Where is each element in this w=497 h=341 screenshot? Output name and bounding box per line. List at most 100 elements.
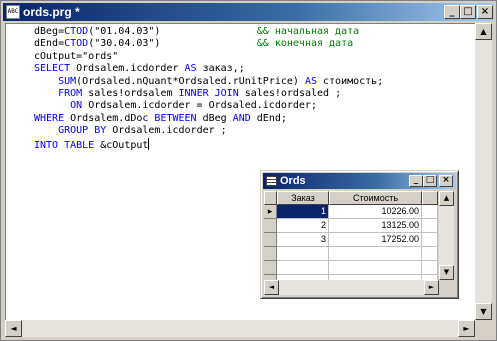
cell-order[interactable]: 3 — [277, 233, 329, 247]
column-header-blank — [422, 191, 438, 205]
code-keyword: WHERE — [34, 112, 65, 124]
code-keyword: FROM — [58, 88, 83, 100]
title-bar[interactable]: ABC ords.prg * _ □ × — [3, 3, 494, 21]
row-selector[interactable] — [264, 247, 277, 261]
code-token: (Ordsaled.nQuant*Ordsaled.rUnitPrice) — [76, 75, 305, 87]
code-line[interactable]: cOutput="ords" — [34, 51, 118, 62]
ords-scroll-left-button[interactable]: ◄ — [264, 280, 279, 295]
row-selector[interactable] — [264, 233, 277, 247]
ords-window-title: Ords — [280, 175, 306, 187]
cell-blank — [422, 233, 438, 247]
code-keyword: CTOD — [64, 26, 89, 37]
code-keyword: INNER JOIN — [178, 88, 239, 100]
horizontal-scrollbar[interactable]: ◄ ► — [5, 320, 475, 337]
ords-scroll-up-button[interactable]: ▲ — [439, 191, 454, 206]
code-token: dBeg= — [34, 26, 65, 37]
cell-blank — [422, 261, 438, 275]
row-selector[interactable] — [264, 261, 277, 275]
editor-window: ABC ords.prg * _ □ × dBeg=CTOD("01.04.03… — [0, 0, 497, 341]
code-token: Ordsalem.icdorder ; — [106, 125, 227, 137]
code-line[interactable]: SUM(Ordsaled.nQuant*Ordsaled.rUnitPrice)… — [34, 76, 383, 87]
code-token: cOutput="ords" — [34, 50, 119, 62]
code-token: Ordsalem.icdorder = Ordsaled.icdorder; — [82, 100, 317, 112]
cell-cost[interactable]: 13125.00 — [329, 219, 422, 233]
code-keyword: SELECT — [34, 63, 71, 75]
code-keyword: GROUP BY — [58, 125, 107, 137]
cell-order[interactable]: 2 — [277, 219, 329, 233]
ords-scroll-down-button[interactable]: ▼ — [439, 265, 454, 280]
row-selector[interactable]: ▸ — [264, 205, 277, 219]
ords-maximize-button[interactable]: □ — [423, 175, 437, 187]
minimize-button[interactable]: _ — [444, 5, 460, 19]
code-keyword: INTO TABLE — [34, 139, 95, 151]
ords-scroll-right-button[interactable]: ► — [424, 280, 439, 295]
ords-title-bar[interactable]: Ords _ □ × — [263, 173, 456, 189]
cell-cost[interactable]: 10226.00 — [329, 205, 422, 219]
code-line[interactable]: INTO TABLE &cOutput — [34, 137, 150, 151]
row-selector[interactable] — [264, 219, 277, 233]
code-token: Ordsalem.dDoc — [64, 112, 155, 124]
ords-minimize-button[interactable]: _ — [409, 175, 423, 187]
code-token: ("01.04.03") — [88, 26, 257, 37]
cell-order[interactable]: 1 — [277, 205, 329, 219]
scroll-up-button[interactable]: ▲ — [475, 23, 492, 40]
ords-grid[interactable]: Заказ Стоимость ▸ 1 10226.00 2 13125.00 3 1725… — [264, 191, 438, 291]
size-grip[interactable] — [475, 320, 492, 337]
scroll-left-button[interactable]: ◄ — [5, 320, 22, 337]
code-line[interactable]: WHERE Ordsalem.dDoc BETWEEN dBeg AND dEn… — [34, 113, 287, 124]
code-line[interactable]: GROUP BY Ordsalem.icdorder ; — [34, 125, 227, 136]
cell-order[interactable] — [277, 247, 329, 261]
vertical-scrollbar[interactable]: ▲ ▼ — [475, 23, 492, 320]
window-title: ords.prg * — [23, 5, 80, 19]
cell-blank — [422, 247, 438, 261]
column-header-cost[interactable]: Стоимость — [329, 191, 422, 205]
code-keyword: AS — [304, 75, 317, 87]
close-button[interactable]: × — [477, 5, 493, 19]
code-token: ("30.04.03") — [88, 38, 257, 50]
cell-blank — [422, 219, 438, 233]
code-keyword: ON — [70, 100, 83, 112]
code-token: dEnd= — [34, 38, 65, 50]
cell-cost[interactable]: 17252.00 — [329, 233, 422, 247]
code-token: Ordsalem.icdorder — [70, 63, 185, 75]
ords-size-grip[interactable] — [439, 280, 454, 295]
scroll-right-button[interactable]: ► — [458, 320, 475, 337]
text-caret — [148, 137, 150, 150]
cell-blank — [422, 205, 438, 219]
code-line[interactable]: SELECT Ordsalem.icdorder AS заказ,; — [34, 63, 245, 74]
code-token: sales!ordsaled ; — [238, 88, 342, 100]
code-keyword: CTOD — [64, 38, 89, 50]
ords-vertical-scrollbar[interactable]: ▲ ▼ — [439, 191, 454, 280]
code-comment: && начальная дата — [256, 26, 360, 37]
code-keyword: AS — [184, 63, 197, 75]
code-keyword: SUM — [58, 75, 77, 87]
ords-browse-window[interactable]: Ords _ □ × Заказ Стоимость ▸ 1 10226.00 2 13… — [260, 170, 459, 299]
code-line[interactable]: dBeg=CTOD("01.04.03") && начальная дата — [34, 26, 359, 37]
code-token: dEnd; — [250, 112, 287, 124]
code-text[interactable]: dBeg=CTOD("01.04.03") && начальная дата … — [34, 26, 383, 152]
code-comment: && конечная дата — [256, 38, 354, 50]
code-line[interactable]: FROM sales!ordsalem INNER JOIN sales!ord… — [34, 88, 341, 99]
scroll-down-button[interactable]: ▼ — [475, 303, 492, 320]
cell-cost[interactable] — [329, 261, 422, 275]
cell-order[interactable] — [277, 261, 329, 275]
maximize-button[interactable]: □ — [460, 5, 476, 19]
code-token: заказ,; — [196, 63, 245, 75]
ords-horizontal-scrollbar[interactable]: ◄ ► — [264, 280, 439, 295]
code-keyword: AND — [232, 112, 251, 124]
grid-corner-header — [264, 191, 277, 205]
column-header-order[interactable]: Заказ — [277, 191, 329, 205]
code-line[interactable]: ON Ordsalem.icdorder = Ordsaled.icdorder… — [34, 100, 317, 111]
code-keyword: BETWEEN — [154, 112, 197, 124]
table-icon — [266, 176, 277, 186]
code-token: dBeg — [196, 112, 233, 124]
ords-close-button[interactable]: × — [439, 175, 453, 187]
code-line[interactable]: dEnd=CTOD("30.04.03") && конечная дата — [34, 38, 353, 49]
cell-cost[interactable] — [329, 247, 422, 261]
program-file-icon[interactable]: ABC — [6, 5, 20, 19]
code-token: sales!ordsalem — [82, 88, 179, 100]
